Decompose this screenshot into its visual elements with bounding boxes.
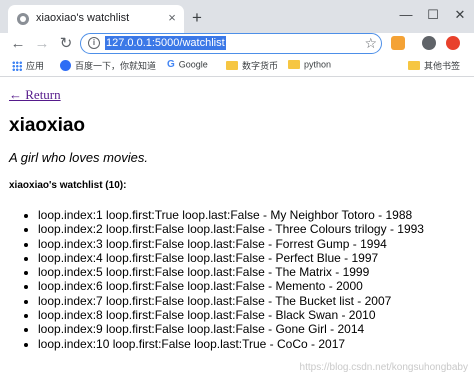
folder-icon <box>288 60 300 70</box>
star-icon[interactable]: ☆ <box>364 35 377 52</box>
opera-icon[interactable] <box>446 36 460 50</box>
extension-fox-icon[interactable] <box>391 36 405 50</box>
close-tab-icon[interactable]: × <box>164 10 180 26</box>
page-title: xiaoxiao <box>9 115 86 136</box>
apps-icon <box>12 60 22 71</box>
bookmark-label: 其他书签 <box>424 61 461 71</box>
forward-button[interactable]: → <box>32 34 52 54</box>
folder-icon <box>408 61 420 70</box>
list-item: loop.index:1 loop.first:True loop.last:F… <box>38 208 424 222</box>
baidu-icon <box>60 60 71 71</box>
list-item: loop.index:5 loop.first:False loop.last:… <box>38 265 424 279</box>
address-bar[interactable]: i 127.0.0.1:5000/watchlist ☆ <box>80 33 382 54</box>
bookmark-folder-crypto[interactable]: 数字货币 <box>226 59 278 73</box>
bookmark-label: 数字货币 <box>242 61 279 71</box>
new-tab-button[interactable]: + <box>188 9 206 27</box>
reload-button[interactable]: ↻ <box>56 34 76 54</box>
watermark: https://blog.csdn.net/kongsuhongbaby <box>299 362 468 373</box>
bookmark-google[interactable]: G Google <box>167 59 208 73</box>
maximize-button[interactable]: ☐ <box>422 4 444 26</box>
info-icon[interactable]: i <box>88 37 100 49</box>
reload-icon: ↻ <box>59 35 73 52</box>
bookmark-folder-other[interactable]: 其他书签 <box>408 59 460 73</box>
url-text[interactable]: 127.0.0.1:5000/watchlist <box>105 36 226 50</box>
bookmark-label: Google <box>178 59 208 70</box>
list-item: loop.index:3 loop.first:False loop.last:… <box>38 237 424 251</box>
browser-window: xiaoxiao's watchlist × + — ☐ ✕ ← → ↻ i 1… <box>0 0 474 376</box>
bookmark-label: python <box>304 59 332 70</box>
list-item: loop.index:8 loop.first:False loop.last:… <box>38 308 424 322</box>
watchlist-heading: xiaoxiao's watchlist (10): <box>9 180 127 191</box>
close-window-button[interactable]: ✕ <box>449 4 471 26</box>
page-content: ← Return xiaoxiao A girl who loves movie… <box>0 78 474 376</box>
bookmarks-bar: 应用 百度一下，你就知道 G Google 数字货币 python 其他书签 <box>0 55 474 77</box>
bookmark-apps[interactable]: 应用 <box>12 59 44 73</box>
bookmark-folder-python[interactable]: python <box>288 59 331 73</box>
folder-icon <box>226 61 238 70</box>
google-icon: G <box>167 59 175 71</box>
bookmark-label: 应用 <box>26 61 45 71</box>
bookmark-baidu[interactable]: 百度一下，你就知道 <box>60 59 156 73</box>
list-item: loop.index:10 loop.first:False loop.last… <box>38 337 424 351</box>
minimize-button[interactable]: — <box>395 4 417 26</box>
list-item: loop.index:4 loop.first:False loop.last:… <box>38 251 424 265</box>
return-link[interactable]: ← Return <box>9 87 61 103</box>
movie-list: loop.index:1 loop.first:True loop.last:F… <box>38 208 424 351</box>
list-item: loop.index:7 loop.first:False loop.last:… <box>38 294 424 308</box>
bookmark-label: 百度一下，你就知道 <box>75 61 157 71</box>
toolbar: ← → ↻ i 127.0.0.1:5000/watchlist ☆ <box>0 33 474 55</box>
globe-icon <box>17 13 29 25</box>
list-item: loop.index:2 loop.first:False loop.last:… <box>38 222 424 236</box>
arrow-left-icon: ← <box>10 35 26 52</box>
tagline: A girl who loves movies. <box>9 150 148 165</box>
account-icon[interactable] <box>422 36 436 50</box>
arrow-right-icon: → <box>34 35 50 52</box>
back-button[interactable]: ← <box>8 34 28 54</box>
tab-strip: xiaoxiao's watchlist × + — ☐ ✕ <box>0 0 474 33</box>
active-tab[interactable]: xiaoxiao's watchlist × <box>8 5 184 33</box>
list-item: loop.index:6 loop.first:False loop.last:… <box>38 279 424 293</box>
tab-title: xiaoxiao's watchlist <box>36 12 130 24</box>
list-item: loop.index:9 loop.first:False loop.last:… <box>38 322 424 336</box>
